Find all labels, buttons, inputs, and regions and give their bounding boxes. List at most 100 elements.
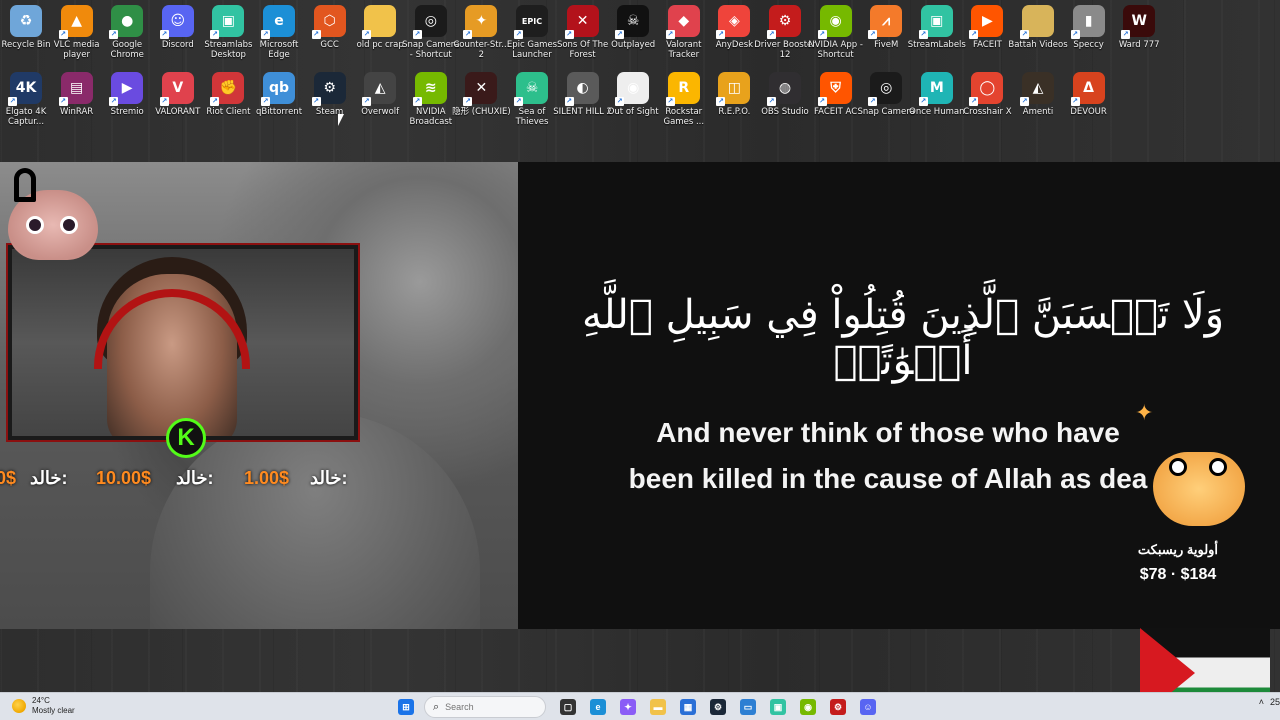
start-button[interactable]: ⊞ xyxy=(394,695,418,719)
desktop-icon-faceit-ac[interactable]: ⛨ ↗ FACEIT AC xyxy=(810,67,862,131)
taskbar-edge[interactable]: e xyxy=(586,695,610,719)
taskbar-steam[interactable]: ⚙ xyxy=(706,695,730,719)
streamlabs-icon: ▣ ↗ xyxy=(210,5,245,39)
desktop-icon-repo[interactable]: ◫ ↗ R.E.P.O. xyxy=(708,67,760,131)
desktop-icon-valorant[interactable]: V ↗ VALORANT xyxy=(152,67,204,131)
shortcut-arrow-icon: ↗ xyxy=(463,97,473,106)
desktop-icon-edge[interactable]: e ↗ Microsoft Edge xyxy=(253,0,305,64)
icon-glyph: ⛨ xyxy=(830,80,841,96)
desktop-icon-recycle-bin[interactable]: ♻ Recycle Bin xyxy=(0,0,52,64)
tray-clock[interactable]: 25 xyxy=(1270,697,1280,707)
shortcut-arrow-icon: ↗ xyxy=(210,97,220,106)
taskbar-copilot[interactable]: ✦ xyxy=(616,695,640,719)
desktop-icon-elgato[interactable]: 4K ↗ Elgato 4K Captur... xyxy=(0,67,52,131)
desktop-icon-snap-camera[interactable]: ◎ ↗ Snap Camera xyxy=(857,67,915,131)
desktop-icon-riot-client[interactable]: ✊ ↗ Riot Client xyxy=(202,67,254,131)
taskbar-store[interactable]: ▦ xyxy=(676,695,700,719)
taskbar-streamlabs[interactable]: ▣ xyxy=(766,695,790,719)
desktop-icon-amenti[interactable]: ◭ ↗ Amenti xyxy=(1012,67,1064,131)
desktop-icon-chuxie[interactable]: ✕ ↗ 隐形 (CHUXIE) xyxy=(452,67,511,131)
icon-glyph: ◈ xyxy=(729,13,740,29)
task-view-button[interactable]: ▢ xyxy=(556,695,580,719)
desktop-icon-streamlabels[interactable]: ▣ ↗ StreamLabels xyxy=(908,0,966,64)
desktop-icon-streamlabs[interactable]: ▣ ↗ Streamlabs Desktop xyxy=(202,0,254,64)
desktop-icon-valorant-tracker[interactable]: ◆ ↗ Valorant Tracker xyxy=(658,0,710,64)
desktop-icon-winrar[interactable]: ▤ ↗ WinRAR xyxy=(51,67,103,131)
desktop-icon-outplayed[interactable]: ☠ ↗ Outplayed xyxy=(607,0,659,64)
task-view-icon: ▢ xyxy=(560,699,576,715)
shortcut-arrow-icon: ↗ xyxy=(969,97,979,106)
desktop-icon-obs[interactable]: ◍ ↗ OBS Studio xyxy=(759,67,811,131)
desktop-icon-silent-hill[interactable]: ◐ ↗ SILENT HILL 2 xyxy=(553,67,612,131)
desktop-icon-qbittorrent[interactable]: qb ↗ qBittorrent xyxy=(253,67,305,131)
desktop-icon-folder[interactable]: ↗ Battah Videos xyxy=(1008,0,1068,64)
desktop-icon-grid: ♻ Recycle Bin ▲ ↗ VLC media player ● ↗ Google C… xyxy=(0,0,1280,135)
shortcut-arrow-icon: ↗ xyxy=(463,30,473,39)
desktop-icon-sea-of-thieves[interactable]: ☠ ↗ Sea of Thieves xyxy=(506,67,558,131)
desktop-icon-stremio[interactable]: ▶ ↗ Stremio xyxy=(101,67,153,131)
taskbar-nvidia[interactable]: ◉ xyxy=(796,695,820,719)
weather-temp: 24°C xyxy=(32,696,50,705)
verse-arabic: وَلَا تَحۡسَبَنَّ ٱلَّذِينَ قُتِلُواْ فِ… xyxy=(581,292,1225,384)
icon-glyph: 4K xyxy=(15,80,37,96)
icon-glyph: ● xyxy=(121,13,134,29)
shortcut-arrow-icon: ↗ xyxy=(362,97,372,106)
stremio-icon: ▶ ↗ xyxy=(109,72,144,106)
icon-glyph: ≋ xyxy=(424,80,437,96)
icon-glyph: ✕ xyxy=(576,13,589,29)
desktop-icon-epic-games[interactable]: EPIC ↗ Epic Games Launcher xyxy=(506,0,558,64)
taskbar-search[interactable]: ⌕ xyxy=(424,696,546,718)
shortcut-arrow-icon: ↗ xyxy=(969,30,979,39)
desktop-icon-ward-777[interactable]: W ↗ Ward 777 xyxy=(1113,0,1165,64)
taskbar-app-blue[interactable]: ▭ xyxy=(736,695,760,719)
goal-mascot-eye-right xyxy=(1209,458,1227,476)
desktop-icon-steam[interactable]: ⚙ ↗ Steam xyxy=(304,67,356,131)
icon-glyph: ⚙ xyxy=(778,13,792,29)
search-input[interactable] xyxy=(445,702,526,712)
stream-preview: K 0$ خالد: 10.00$ خالد: 1.00$ خالد: وَلَ… xyxy=(0,162,1280,629)
counter-strike-icon: ✦ ↗ xyxy=(463,5,498,39)
taskbar-driver-booster[interactable]: ⚙ xyxy=(826,695,850,719)
discord-icon: ☺ ↗ xyxy=(159,5,194,39)
weather-widget[interactable]: 24°C Mostly clear xyxy=(12,696,75,716)
desktop-icon-gcc[interactable]: ⬡ ↗ GCC xyxy=(304,0,356,64)
icon-glyph: ☠ xyxy=(626,13,640,29)
desktop-icon-speccy[interactable]: ▮ ↗ Speccy xyxy=(1063,0,1115,64)
webcam-frame xyxy=(6,243,360,442)
shortcut-arrow-icon: ↗ xyxy=(8,97,17,106)
desktop-icon-rockstar[interactable]: R ↗ Rockstar Games ... xyxy=(658,67,710,131)
desktop-icon-sons-of-the-forest[interactable]: ✕ ↗ Sons Of The Forest xyxy=(557,0,609,64)
icon-glyph: ◉ xyxy=(627,80,640,96)
icon-glyph: ♻ xyxy=(19,13,33,29)
desktop-icon-vlc[interactable]: ▲ ↗ VLC media player xyxy=(51,0,103,64)
desktop-icon-chrome[interactable]: ● ↗ Google Chrome xyxy=(101,0,153,64)
riot-client-icon: ✊ ↗ xyxy=(210,72,245,106)
obs-icon: ◍ ↗ xyxy=(767,72,801,106)
desktop-icon-anydesk[interactable]: ◈ ↗ AnyDesk xyxy=(708,0,760,64)
tray-chevron-up-icon[interactable]: ˄ xyxy=(1259,697,1264,707)
desktop-icon-folder[interactable]: ↗ old pc crap xyxy=(354,0,406,64)
desktop-icon-fivem[interactable]: ⩘ ↗ FiveM xyxy=(860,0,912,64)
taskbar-discord[interactable]: ☺ xyxy=(856,695,880,719)
shortcut-arrow-icon: ↗ xyxy=(412,30,422,39)
desktop-icon-nvidia-broadcast[interactable]: ≋ ↗ NVIDIA Broadcast xyxy=(405,67,457,131)
desktop-icon-overwolf[interactable]: ◭ ↗ Overwolf xyxy=(354,67,406,131)
taskbar-explorer[interactable]: ▬ xyxy=(646,695,670,719)
shortcut-arrow-icon: ↗ xyxy=(716,30,726,39)
desktop-icon-devour[interactable]: ᐃ ↗ DEVOUR xyxy=(1063,67,1115,131)
desktop-icon-nvidia[interactable]: ◉ ↗ NVIDIA App - Shortcut xyxy=(808,0,863,64)
desktop-icon-out-of-sight[interactable]: ◉ ↗ Out of Sight xyxy=(607,67,659,131)
desktop-icon-discord[interactable]: ☺ ↗ Discord xyxy=(152,0,204,64)
desktop-icon-snap-camera[interactable]: ◎ ↗ Snap Camera - Shortcut xyxy=(402,0,460,64)
desktop-icon-counter-strike[interactable]: ✦ ↗ Counter-Str... 2 xyxy=(453,0,509,64)
folder-icon: ↗ xyxy=(362,5,397,39)
shortcut-arrow-icon: ↗ xyxy=(514,97,523,106)
desktop-icon-crosshair-x[interactable]: ◯ ↗ Crosshair X xyxy=(961,67,1013,131)
translation-line-2: been killed in the cause of Allah as dea xyxy=(628,463,1148,494)
desktop-icon-faceit[interactable]: ▶ ↗ FACEIT xyxy=(961,0,1013,64)
desktop-icon-driver-booster[interactable]: ⚙ ↗ Driver Booster 12 xyxy=(754,0,816,64)
desktop-icon-once-human[interactable]: M ↗ Once Human xyxy=(909,67,964,131)
shortcut-arrow-icon: ↗ xyxy=(564,30,574,39)
recycle-bin-icon: ♻ xyxy=(10,5,42,37)
nvidia-broadcast-icon: ≋ ↗ xyxy=(412,72,447,106)
